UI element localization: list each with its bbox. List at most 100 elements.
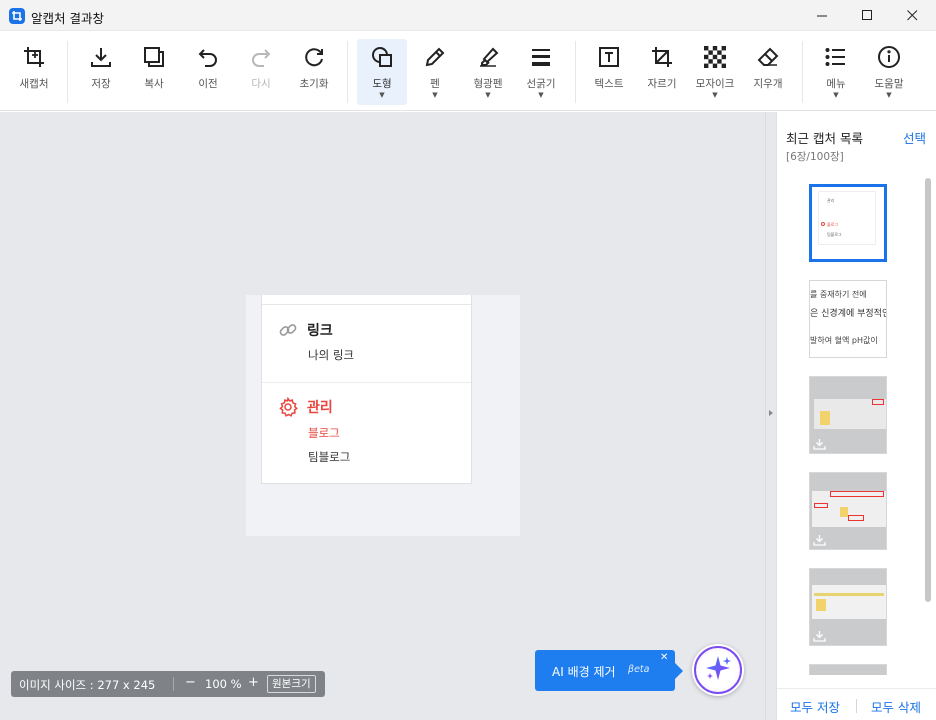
reset-button[interactable]: 초기화 bbox=[291, 39, 337, 105]
ai-sparkle-button[interactable] bbox=[692, 644, 744, 696]
image-size-text: 이미지 사이즈 : 277 x 245 bbox=[19, 678, 156, 692]
gear-icon bbox=[278, 396, 298, 417]
editor-canvas[interactable]: 링크 나의 링크 관리 블로그 팀블로그 bbox=[0, 112, 765, 720]
panel-footer: 모두 저장 모두 삭제 bbox=[777, 688, 936, 720]
thumbnail-scrollbar[interactable] bbox=[923, 178, 933, 672]
original-size-button[interactable]: 원본크기 bbox=[267, 675, 316, 693]
maximize-icon bbox=[861, 6, 873, 25]
undo-label: 이전 bbox=[198, 78, 218, 90]
link-icon bbox=[278, 320, 298, 340]
crop-label: 자르기 bbox=[647, 78, 677, 90]
status-bar: 이미지 사이즈 : 277 x 245 − 100 % + 원본크기 bbox=[11, 671, 325, 697]
link-heading: 링크 bbox=[307, 323, 333, 339]
ai-label: AI 배경 제거 bbox=[552, 665, 616, 679]
thumb-highlight bbox=[848, 515, 864, 521]
crop-tool-button[interactable]: 자르기 bbox=[639, 39, 685, 105]
pen-icon bbox=[422, 44, 448, 70]
chevron-down-icon: ▼ bbox=[833, 91, 839, 99]
link-item: 나의 링크 bbox=[308, 348, 354, 362]
pen-tool-button[interactable]: 펜 ▼ bbox=[412, 39, 458, 105]
highlighter-tool-button[interactable]: 형광펜 ▼ bbox=[465, 39, 511, 105]
new-capture-button[interactable]: 새캡처 bbox=[11, 39, 57, 105]
divider bbox=[173, 677, 174, 691]
maximize-button[interactable] bbox=[844, 0, 890, 31]
new-capture-label: 새캡처 bbox=[19, 78, 49, 90]
window-title: 알캡처 결과창 bbox=[31, 11, 104, 26]
thumbnail-item[interactable]: 관리 블로그 팀블로그 bbox=[809, 184, 887, 262]
shape-icon bbox=[369, 44, 395, 70]
toolbar: 새캡처 저장 복사 이전 다시 초기화 도형 ▼ 펜 ▼ 형광펜 ▼ 선굵기 ▼… bbox=[0, 31, 936, 111]
thumb-preview: 관리 블로그 팀블로그 bbox=[818, 191, 876, 245]
eraser-label: 지우개 bbox=[753, 78, 783, 90]
chevron-down-icon: ▼ bbox=[379, 91, 385, 99]
thumb-highlight bbox=[830, 491, 884, 497]
download-icon bbox=[813, 631, 826, 642]
zoom-out-button[interactable]: − bbox=[185, 675, 196, 690]
copy-button[interactable]: 복사 bbox=[131, 39, 177, 105]
eraser-icon bbox=[755, 44, 781, 70]
text-tool-button[interactable]: 텍스트 bbox=[586, 39, 632, 105]
save-all-button[interactable]: 모두 저장 bbox=[790, 697, 840, 716]
copy-label: 복사 bbox=[144, 78, 164, 90]
divider bbox=[856, 699, 857, 713]
eraser-tool-button[interactable]: 지우개 bbox=[745, 39, 791, 105]
redo-button[interactable]: 다시 bbox=[238, 39, 284, 105]
undo-icon bbox=[195, 44, 221, 70]
highlighter-label: 형광펜 bbox=[473, 78, 503, 90]
panel-collapse-handle[interactable] bbox=[765, 112, 776, 720]
close-button[interactable] bbox=[889, 0, 935, 31]
undo-button[interactable]: 이전 bbox=[185, 39, 231, 105]
captured-image-frame[interactable]: 링크 나의 링크 관리 블로그 팀블로그 bbox=[246, 295, 520, 536]
folder-icon bbox=[840, 507, 848, 517]
sparkle-icon bbox=[703, 653, 733, 687]
help-label: 도움말 bbox=[874, 78, 904, 90]
chevron-down-icon: ▼ bbox=[538, 91, 544, 99]
download-icon bbox=[813, 439, 826, 450]
minimize-button[interactable] bbox=[799, 0, 845, 31]
mosaic-icon bbox=[702, 44, 728, 70]
redo-label: 다시 bbox=[251, 78, 271, 90]
toolbar-divider bbox=[347, 41, 348, 103]
zoom-in-button[interactable]: + bbox=[248, 675, 259, 690]
scrollbar-thumb[interactable] bbox=[925, 178, 931, 602]
beta-badge: βeta bbox=[628, 664, 650, 675]
panel-title: 최근 캡처 목록 bbox=[786, 131, 863, 146]
line-width-button[interactable]: 선굵기 ▼ bbox=[518, 39, 564, 105]
thumbnail-item[interactable] bbox=[809, 664, 887, 675]
close-icon bbox=[906, 6, 918, 25]
thumbnail-list: 관리 블로그 팀블로그 를 중재하기 전에 은 신경계에 부정적인 발하여 혈액… bbox=[777, 175, 923, 675]
thumbnail-item[interactable] bbox=[809, 472, 887, 550]
menu-button[interactable]: 메뉴 ▼ bbox=[813, 39, 859, 105]
zoom-level: 100 % bbox=[205, 677, 242, 691]
manage-heading: 관리 bbox=[307, 400, 333, 416]
thumbnail-item[interactable] bbox=[809, 568, 887, 646]
select-button[interactable]: 선택 bbox=[903, 128, 926, 147]
chevron-down-icon: ▼ bbox=[432, 91, 438, 99]
delete-all-button[interactable]: 모두 삭제 bbox=[871, 697, 921, 716]
thumbnail-item[interactable]: 를 중재하기 전에 은 신경계에 부정적인 발하여 혈액 pH값이 bbox=[809, 280, 887, 358]
list-menu-icon bbox=[823, 44, 849, 70]
mosaic-label: 모자이크 bbox=[695, 78, 735, 90]
chevron-right-icon bbox=[769, 410, 773, 416]
toolbar-divider bbox=[802, 41, 803, 103]
reset-label: 초기화 bbox=[299, 78, 329, 90]
help-button[interactable]: 도움말 ▼ bbox=[866, 39, 912, 105]
save-button[interactable]: 저장 bbox=[78, 39, 124, 105]
highlighter-icon bbox=[475, 44, 501, 70]
menu-label: 메뉴 bbox=[826, 78, 846, 90]
crop-logo-icon bbox=[9, 8, 25, 24]
mosaic-tool-button[interactable]: 모자이크 ▼ bbox=[692, 39, 738, 105]
thumb-highlight bbox=[814, 503, 828, 508]
chevron-down-icon: ▼ bbox=[886, 91, 892, 99]
save-label: 저장 bbox=[91, 78, 111, 90]
title-bar: 알캡처 결과창 bbox=[0, 0, 936, 31]
thumb-text: 은 신경계에 부정적인 bbox=[810, 309, 887, 319]
toolbar-divider bbox=[575, 41, 576, 103]
shape-tool-button[interactable]: 도형 ▼ bbox=[357, 39, 407, 105]
close-icon[interactable]: ✕ bbox=[660, 653, 668, 663]
thumbnail-item[interactable] bbox=[809, 376, 887, 454]
thumb-text: 팀블로그 bbox=[827, 232, 842, 237]
ai-background-removal-tooltip[interactable]: AI 배경 제거 βeta ✕ bbox=[535, 650, 683, 691]
crop-capture-icon bbox=[21, 44, 47, 70]
download-icon bbox=[88, 44, 114, 70]
